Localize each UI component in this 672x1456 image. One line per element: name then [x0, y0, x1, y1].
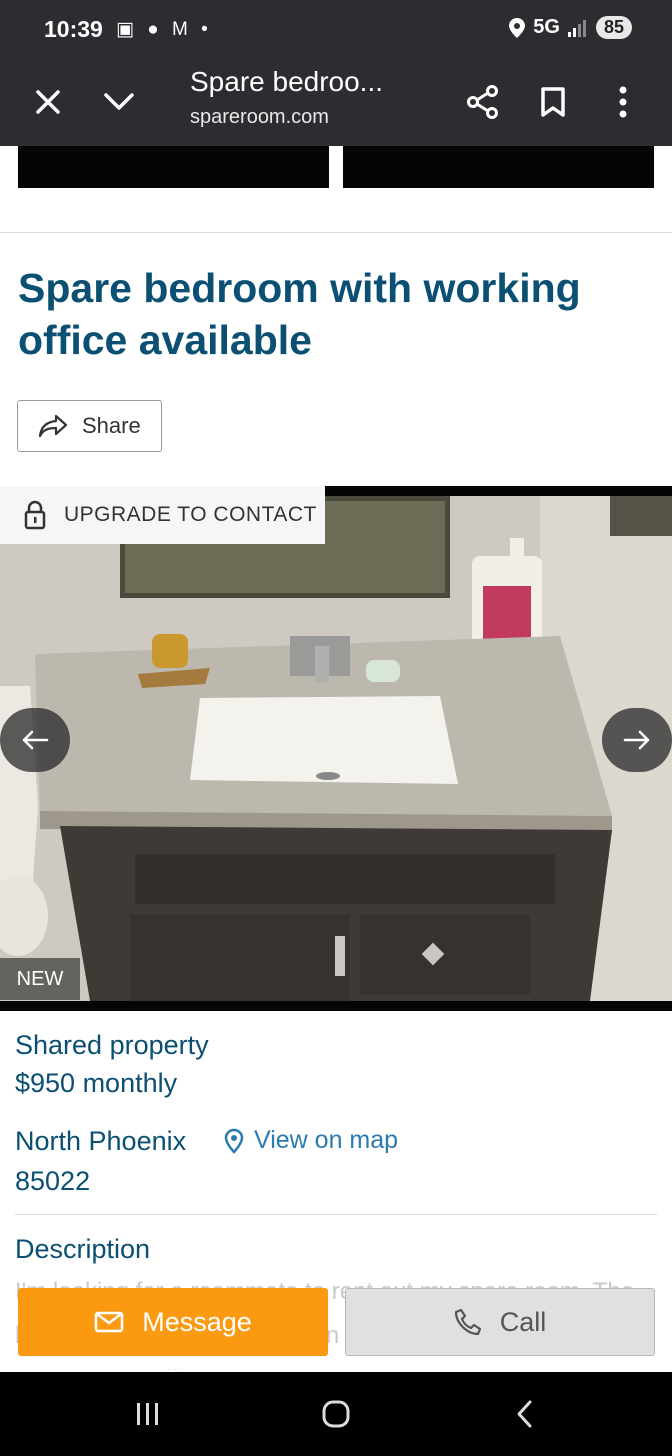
area-name: North Phoenix	[15, 1126, 187, 1156]
chevron-down-icon[interactable]	[97, 80, 141, 124]
postcode: 85022	[15, 1166, 91, 1196]
recent-apps-icon[interactable]	[118, 1394, 178, 1434]
lock-icon	[24, 500, 46, 530]
back-icon[interactable]	[494, 1394, 554, 1434]
page-content: Spare bedroom with working office availa…	[0, 146, 672, 1370]
home-icon[interactable]	[306, 1394, 366, 1434]
share-button[interactable]: Share	[17, 400, 162, 452]
view-on-map-label: View on map	[254, 1126, 399, 1154]
status-right: 5G 85	[509, 16, 632, 39]
phone-icon	[454, 1308, 481, 1336]
envelope-icon	[94, 1311, 124, 1333]
thumbnail-image[interactable]	[343, 146, 654, 188]
previous-photo-button[interactable]	[0, 708, 70, 772]
bathroom-photo	[0, 486, 672, 1011]
message-label: Message	[142, 1306, 252, 1337]
close-icon[interactable]	[26, 80, 70, 124]
listing-photo[interactable]	[0, 486, 672, 1011]
new-badge: NEW	[0, 958, 80, 1000]
custom-tab-toolbar: Spare bedroo... spareroom.com	[0, 58, 672, 146]
status-bar: 10:39 ▣ ● M • 5G 85	[0, 0, 672, 58]
share-icon[interactable]	[461, 80, 505, 124]
message-button[interactable]: Message	[18, 1288, 328, 1356]
arrow-right-icon	[623, 730, 650, 750]
system-nav-bar	[0, 1372, 672, 1456]
more-options-icon[interactable]	[601, 80, 645, 124]
share-label: Share	[82, 413, 141, 438]
signal-icon	[567, 19, 586, 37]
thumbnail-strip	[0, 146, 672, 188]
status-time: 10:39	[44, 16, 103, 42]
network-label: 5G	[533, 16, 560, 38]
divider	[15, 1214, 657, 1215]
thumbnail-image[interactable]	[18, 146, 329, 188]
view-on-map-link[interactable]: View on map	[224, 1126, 398, 1155]
price: $950 monthly	[15, 1068, 178, 1098]
next-photo-button[interactable]	[602, 708, 672, 772]
upgrade-to-contact-banner[interactable]: UPGRADE TO CONTACT	[0, 486, 325, 544]
property-type: Shared property	[15, 1030, 209, 1060]
divider	[0, 232, 672, 233]
share-arrow-icon	[38, 414, 68, 438]
notification-icons: ▣ ● M •	[116, 19, 212, 40]
call-button[interactable]: Call	[345, 1288, 655, 1356]
location-icon	[509, 17, 526, 38]
listing-title: Spare bedroom with working office availa…	[18, 265, 581, 363]
battery-indicator: 85	[595, 16, 632, 39]
page-title: Spare bedroo...	[190, 66, 384, 97]
page-url: spareroom.com	[190, 106, 329, 128]
description-heading: Description	[15, 1234, 151, 1264]
call-label: Call	[499, 1306, 547, 1337]
bookmark-icon[interactable]	[531, 80, 575, 124]
arrow-left-icon	[22, 730, 49, 750]
upgrade-label: UPGRADE TO CONTACT	[64, 503, 317, 526]
map-pin-icon	[224, 1128, 244, 1154]
